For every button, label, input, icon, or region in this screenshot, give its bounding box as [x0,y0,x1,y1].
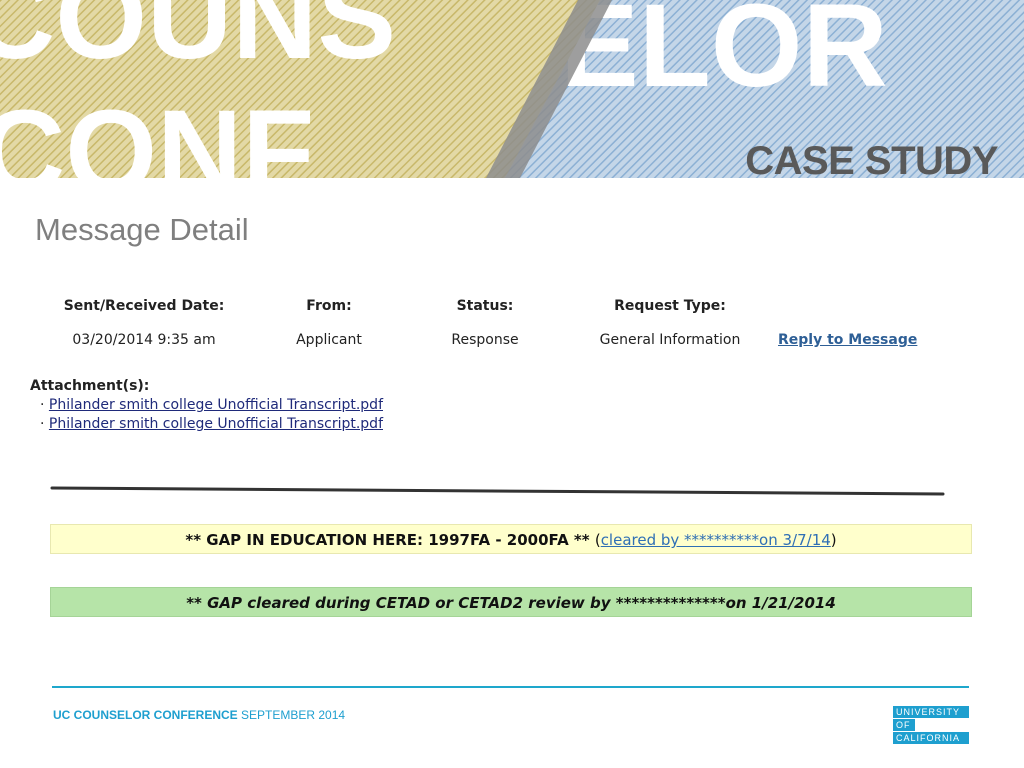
case-study-title: CASE STUDY [745,139,998,178]
attachment-item: · Philander smith college Unofficial Tra… [40,416,383,432]
value-request-type: General Information [599,332,741,348]
divider-line [50,486,945,496]
attachment-link[interactable]: Philander smith college Unofficial Trans… [49,416,383,432]
logo-line-3: CALIFORNIA [893,732,969,744]
header-from: From: [306,298,352,314]
value-from: Applicant [296,332,362,348]
footer-conference: UC COUNSELOR CONFERENCE [53,708,238,722]
attachments-label: Attachment(s): [30,378,150,394]
bullet: · [40,397,45,413]
header-sent-received-date: Sent/Received Date: [63,298,225,314]
reply-to-message-link[interactable]: Reply to Message [778,332,917,348]
banner-word-counselor-right: ELOR [560,0,888,112]
header-status: Status: [456,298,514,314]
value-sent-received-date: 03/20/2014 9:35 am [72,332,216,348]
bullet: · [40,416,45,432]
header-request-type: Request Type: [614,298,726,314]
value-status: Response [451,332,519,348]
gap-close-paren: ) [830,531,837,549]
logo-line-2: OF [893,719,915,731]
header-banner: COUNS CONF ELOR CASE STUDY [0,0,1024,178]
gap-cleared-link[interactable]: cleared by **********on 3/7/14 [601,531,831,549]
university-of-california-logo: UNIVERSITY OF CALIFORNIA [893,706,969,744]
footer-date: SEPTEMBER 2014 [241,708,346,722]
attachment-item: · Philander smith college Unofficial Tra… [40,397,383,413]
gap-cleared-notice: ** GAP cleared during CETAD or CETAD2 re… [50,587,972,617]
footer-divider [52,686,969,688]
gap-notice: ** GAP IN EDUCATION HERE: 1997FA - 2000F… [50,524,972,554]
attachment-link[interactable]: Philander smith college Unofficial Trans… [49,397,383,413]
logo-line-1: UNIVERSITY [893,706,969,718]
banner-word-counselor-left: COUNS [0,0,396,84]
footer: UC COUNSELOR CONFERENCE SEPTEMBER 2014 [53,708,345,722]
gap-notice-text: ** GAP IN EDUCATION HERE: 1997FA - 2000F… [185,531,590,549]
banner-word-conference: CONF [0,86,314,178]
page-title: Message Detail [35,212,249,247]
